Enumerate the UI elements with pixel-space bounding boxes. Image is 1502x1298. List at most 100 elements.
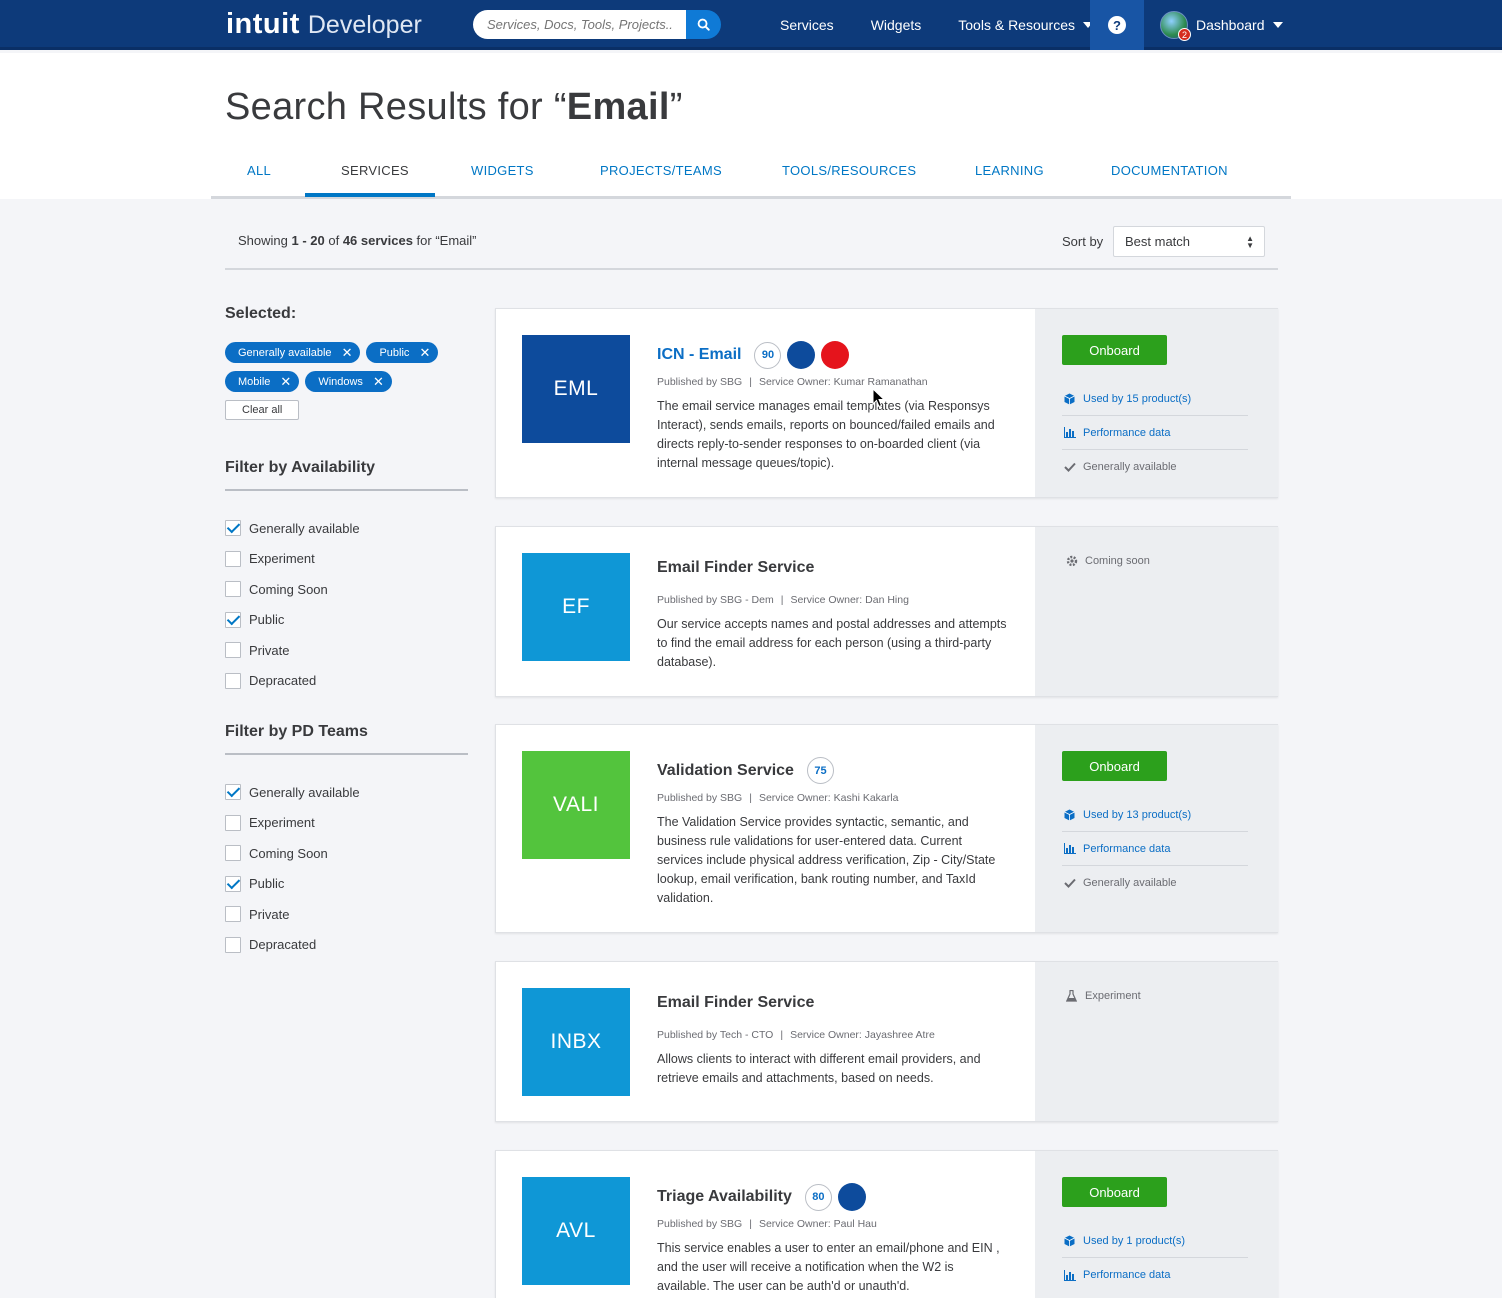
performance-link[interactable]: Performance data [1062,416,1248,450]
chip-generally-available[interactable]: Generally available ✕ [225,342,361,363]
nav-services[interactable]: Services [780,17,834,33]
service-title: Validation Service 75 [657,757,834,784]
pd-teams-option[interactable]: Depracated [225,930,468,961]
service-tile[interactable]: EF [522,553,630,661]
availability-option-label: Experiment [249,551,315,567]
clear-all-button[interactable]: Clear all [225,400,300,420]
service-card: VALI Validation Service 75 Published by … [495,724,1278,933]
pd-teams-option[interactable]: Private [225,899,468,930]
performance-link[interactable]: Performance data [1062,832,1248,866]
avatar: 2 [1160,11,1191,41]
tab-services[interactable]: SERVICES [341,163,409,178]
availability-option-label: Coming Soon [249,581,328,597]
service-actions: Onboard Used by 13 product(s) Performanc… [1035,725,1278,932]
availability-option[interactable]: Depracated [225,666,468,697]
service-card: AVL Triage Availability 80 Published by … [495,1150,1278,1298]
search-input[interactable] [473,10,686,39]
performance-label: Performance data [1083,842,1171,855]
service-tile[interactable]: AVL [522,1177,630,1285]
service-title-link[interactable]: Email Finder Service [657,994,814,1012]
showing-prefix: Showing [238,233,292,248]
notification-badge: 2 [1178,28,1191,41]
service-description: Our service accepts names and postal add… [657,617,1007,669]
onboard-button[interactable]: Onboard [1062,335,1167,365]
availability-option-label: Generally available [249,520,360,536]
service-tile[interactable]: INBX [522,988,630,1096]
tab-all[interactable]: ALL [247,163,271,178]
sort-arrows-icon: ▲ ▼ [1246,234,1254,250]
service-title: Email Finder Service [657,559,814,577]
availability-option[interactable]: Coming Soon [225,574,468,605]
service-title-link[interactable]: Triage Availability [657,1188,792,1206]
publisher: Published by Tech - CTO [657,1029,774,1041]
service-owner: Service Owner: Paul Hau [758,1218,877,1230]
checkbox[interactable] [225,550,241,567]
nav-widgets[interactable]: Widgets [871,17,922,33]
onboard-button[interactable]: Onboard [1062,751,1167,781]
title-prefix: Search Results for “ [225,86,567,128]
service-title-link[interactable]: ICN - Email [657,346,741,364]
showing-of: of [324,233,343,248]
tab-widgets[interactable]: WIDGETS [471,163,534,178]
tab-learning[interactable]: LEARNING [975,163,1044,178]
pd-teams-option[interactable]: Generally available [225,777,468,808]
availability-option[interactable]: Generally available [225,513,468,544]
used-by-link[interactable]: Used by 13 product(s) [1062,798,1248,832]
checkbox-checked[interactable] [225,875,241,892]
service-owner: Service Owner: Jayashree Atre [790,1029,935,1041]
pd-teams-option[interactable]: Experiment [225,808,468,839]
checkbox-checked[interactable] [225,784,241,801]
service-title: ICN - Email 90 [657,341,850,369]
chip-public[interactable]: Public ✕ [366,342,439,363]
service-title-link[interactable]: Validation Service [657,762,794,780]
close-icon[interactable]: ✕ [373,374,384,390]
service-actions: Onboard Used by 15 product(s) Performanc… [1035,309,1278,497]
onboard-button[interactable]: Onboard [1062,1177,1167,1207]
status-badge: Experiment [1064,990,1141,1002]
checkbox-checked[interactable] [225,611,241,628]
availability-option[interactable]: Experiment [225,544,468,575]
tab-projects-teams[interactable]: PROJECTS/TEAMS [600,163,722,178]
search-button[interactable] [686,10,721,39]
checkbox[interactable] [225,642,241,659]
result-tabs: ALL SERVICES WIDGETS PROJECTS/TEAMS TOOL… [211,150,1291,199]
service-actions: Onboard Used by 1 product(s) Performance… [1035,1151,1278,1298]
bar-chart-icon [1062,843,1077,854]
service-tile[interactable]: VALI [522,751,630,859]
service-title-link[interactable]: Email Finder Service [657,559,814,577]
close-icon[interactable]: ✕ [419,345,430,361]
availability-status: Generally available [1062,450,1248,484]
checkbox[interactable] [225,936,241,953]
checkbox[interactable] [225,581,241,598]
service-description: Allows clients to interact with differen… [657,1052,981,1085]
used-by-link[interactable]: Used by 1 product(s) [1062,1224,1248,1258]
pd-teams-list: Generally available Experiment Coming Soon… [225,777,468,960]
checkbox[interactable] [225,845,241,862]
blue-dot-icon [837,1183,866,1211]
used-by-link[interactable]: Used by 15 product(s) [1062,382,1248,416]
tab-documentation[interactable]: DOCUMENTATION [1111,163,1228,178]
performance-link[interactable]: Performance data [1062,1258,1248,1292]
service-tile[interactable]: EML [522,335,630,443]
checkbox[interactable] [225,814,241,831]
chip-mobile[interactable]: Mobile ✕ [225,371,300,392]
availability-option[interactable]: Private [225,635,468,666]
checkbox[interactable] [225,672,241,689]
pd-teams-option[interactable]: Public [225,869,468,900]
tab-tools-resources[interactable]: TOOLS/RESOURCES [782,163,916,178]
close-icon[interactable]: ✕ [280,374,291,390]
title-suffix: ” [669,86,683,128]
intuit-developer-logo[interactable]: intuit Developer [226,8,422,41]
close-icon[interactable]: ✕ [342,345,353,361]
availability-option[interactable]: Public [225,605,468,636]
chip-windows[interactable]: Windows ✕ [305,371,392,392]
selected-filters: Generally available ✕ Public ✕ Mobile ✕ Windo… [225,342,468,420]
nav-tools-resources[interactable]: Tools & Resources [958,17,1093,33]
help-button[interactable]: ? [1090,0,1144,50]
checkbox-checked[interactable] [225,520,241,537]
checkbox[interactable] [225,906,241,923]
pd-teams-option[interactable]: Coming Soon [225,838,468,869]
sort-select[interactable]: Best match ▲ ▼ [1113,226,1265,257]
availability-option-label: Public [249,612,285,628]
dashboard-menu[interactable]: 2 Dashboard [1160,10,1283,41]
